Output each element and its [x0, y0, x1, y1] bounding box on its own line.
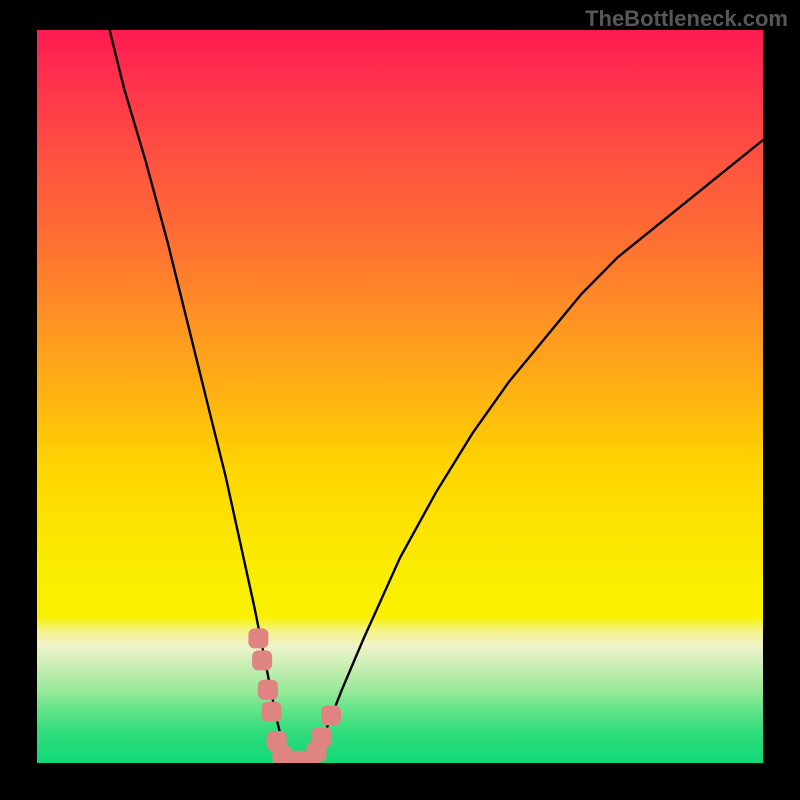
marker-point	[262, 702, 282, 722]
chart-frame: TheBottleneck.com	[0, 0, 800, 800]
watermark-text: TheBottleneck.com	[585, 6, 788, 32]
marker-point	[252, 650, 272, 670]
marker-point	[258, 680, 278, 700]
chart-svg	[37, 30, 763, 763]
curve-line	[110, 30, 763, 763]
plot-area	[37, 30, 763, 763]
marker-point	[312, 727, 332, 747]
marker-point	[248, 628, 268, 648]
marker-point	[321, 705, 341, 725]
